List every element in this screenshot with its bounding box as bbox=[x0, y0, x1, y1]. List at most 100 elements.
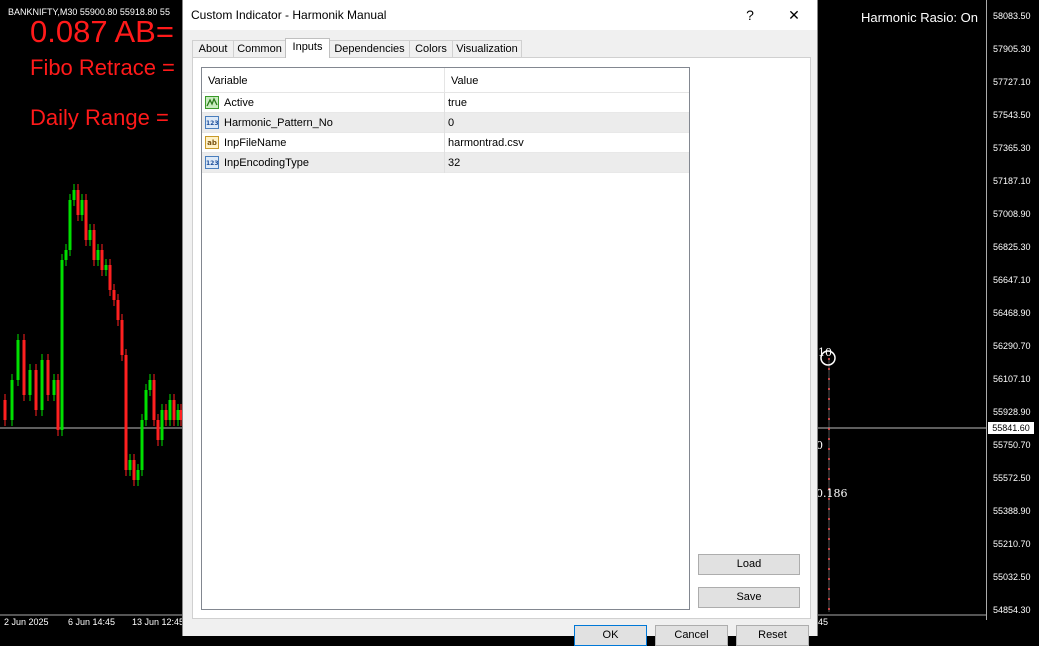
price-tick: 56825.30 bbox=[993, 242, 1031, 252]
price-tick: 57727.10 bbox=[993, 77, 1031, 87]
cell-divider bbox=[444, 133, 445, 153]
tab-common[interactable]: Common bbox=[233, 40, 286, 57]
time-tick: 45 bbox=[818, 617, 829, 627]
candle-body bbox=[22, 340, 26, 395]
dialog-title: Custom Indicator - Harmonik Manual bbox=[191, 8, 387, 22]
candle-body bbox=[156, 420, 160, 440]
candle-body bbox=[160, 410, 164, 440]
tab-inputs[interactable]: Inputs bbox=[285, 38, 330, 58]
variable-value[interactable]: 32 bbox=[448, 153, 460, 173]
dialog-titlebar[interactable]: Custom Indicator - Harmonik Manual ? ✕ bbox=[183, 0, 817, 30]
pattern-d-label: 10 bbox=[818, 346, 832, 359]
candle-body bbox=[124, 355, 128, 470]
save-button[interactable]: Save bbox=[698, 587, 800, 608]
candle-body bbox=[88, 230, 92, 240]
price-tick: 55750.70 bbox=[993, 440, 1031, 450]
current-price-badge: 55841.60 bbox=[988, 422, 1034, 434]
candle-body bbox=[76, 190, 80, 215]
candle-body bbox=[112, 290, 116, 300]
column-header-value[interactable]: Value bbox=[445, 68, 689, 92]
price-tick: 58083.50 bbox=[993, 11, 1031, 21]
harmonic-ratio-label: Harmonic Rasio: On bbox=[860, 10, 978, 25]
candle-body bbox=[40, 360, 44, 410]
daily-range-text: Daily Range = bbox=[30, 105, 169, 130]
price-tick: 57365.30 bbox=[993, 143, 1031, 153]
cell-divider bbox=[444, 93, 445, 113]
grid-header: Variable Value bbox=[202, 68, 689, 93]
price-tick: 55210.70 bbox=[993, 539, 1031, 549]
candle-body bbox=[100, 250, 104, 270]
price-tick: 56647.10 bbox=[993, 275, 1031, 285]
string-icon: ab bbox=[205, 136, 219, 149]
candle-body bbox=[52, 380, 56, 395]
ab-ratio-text: 0.087 AB= bbox=[30, 14, 174, 49]
candle-body bbox=[96, 250, 100, 260]
bool-icon bbox=[205, 96, 219, 109]
candle-body bbox=[152, 380, 156, 420]
cell-divider bbox=[444, 153, 445, 173]
candle-body bbox=[132, 460, 136, 480]
variable-name: Active bbox=[224, 97, 254, 109]
price-tick: 55388.90 bbox=[993, 506, 1031, 516]
time-tick: 13 Jun 12:45 bbox=[132, 617, 185, 627]
candle-body bbox=[34, 370, 38, 410]
variable-value[interactable]: harmontrad.csv bbox=[448, 133, 524, 153]
number-icon: 123 bbox=[205, 116, 219, 129]
candle-body bbox=[104, 265, 108, 270]
tab-colors[interactable]: Colors bbox=[409, 40, 453, 57]
candle-body bbox=[3, 400, 7, 420]
candle-body bbox=[168, 400, 172, 420]
tab-about[interactable]: About bbox=[192, 40, 234, 57]
table-row[interactable]: ab InpFileName harmontrad.csv bbox=[202, 133, 689, 153]
candle-body bbox=[164, 410, 168, 420]
variable-value[interactable]: true bbox=[448, 93, 467, 113]
variable-name: Harmonic_Pattern_No bbox=[224, 117, 333, 129]
candle-body bbox=[60, 260, 64, 430]
candle-body bbox=[120, 320, 124, 355]
candle-body bbox=[136, 470, 140, 480]
candle-body bbox=[116, 300, 120, 320]
candle-body bbox=[108, 265, 112, 290]
candle-body bbox=[56, 380, 60, 430]
price-tick: 57187.10 bbox=[993, 176, 1031, 186]
price-tick: 54854.30 bbox=[993, 605, 1031, 615]
help-button[interactable]: ? bbox=[728, 0, 772, 30]
candle-body bbox=[80, 200, 84, 215]
tab-dependencies[interactable]: Dependencies bbox=[329, 40, 410, 57]
price-tick: 57905.30 bbox=[993, 44, 1031, 54]
candle-body bbox=[28, 370, 32, 395]
cell-divider bbox=[444, 113, 445, 133]
column-header-variable[interactable]: Variable bbox=[202, 68, 444, 92]
candle-body bbox=[92, 230, 96, 260]
close-button[interactable]: ✕ bbox=[772, 0, 816, 30]
price-tick: 56107.10 bbox=[993, 374, 1031, 384]
table-row[interactable]: 123 InpEncodingType 32 bbox=[202, 153, 689, 173]
candle-body bbox=[68, 200, 72, 250]
variable-value[interactable]: 0 bbox=[448, 113, 454, 133]
price-tick: 57008.90 bbox=[993, 209, 1031, 219]
variable-name: InpFileName bbox=[224, 137, 287, 149]
number-icon: 123 bbox=[205, 156, 219, 169]
time-tick: 6 Jun 14:45 bbox=[68, 617, 116, 627]
tab-visualization[interactable]: Visualization bbox=[452, 40, 522, 57]
variable-name: InpEncodingType bbox=[224, 157, 310, 169]
candle-body bbox=[72, 190, 76, 200]
candle-body bbox=[148, 380, 152, 390]
table-row[interactable]: 123 Harmonic_Pattern_No 0 bbox=[202, 113, 689, 133]
price-tick: 55032.50 bbox=[993, 572, 1031, 582]
custom-indicator-dialog[interactable]: Custom Indicator - Harmonik Manual ? ✕ A… bbox=[182, 0, 818, 646]
candle-body bbox=[176, 410, 180, 420]
table-row[interactable]: Active true bbox=[202, 93, 689, 113]
candle-body bbox=[128, 460, 132, 470]
inputs-grid[interactable]: Variable Value Active true 123 Harmonic_… bbox=[201, 67, 690, 610]
price-tick: 55572.50 bbox=[993, 473, 1031, 483]
time-tick: 2 Jun 2025 bbox=[4, 617, 49, 627]
load-button[interactable]: Load bbox=[698, 554, 800, 575]
price-axis[interactable]: 58083.50 57905.30 57727.10 57543.50 5736… bbox=[986, 0, 1039, 620]
candle-body bbox=[46, 360, 50, 395]
candle-body bbox=[172, 400, 176, 420]
candle-body bbox=[140, 420, 144, 470]
pattern-ratio-label: 0.186 bbox=[816, 487, 848, 500]
price-tick: 57543.50 bbox=[993, 110, 1031, 120]
candle-body bbox=[16, 340, 20, 380]
